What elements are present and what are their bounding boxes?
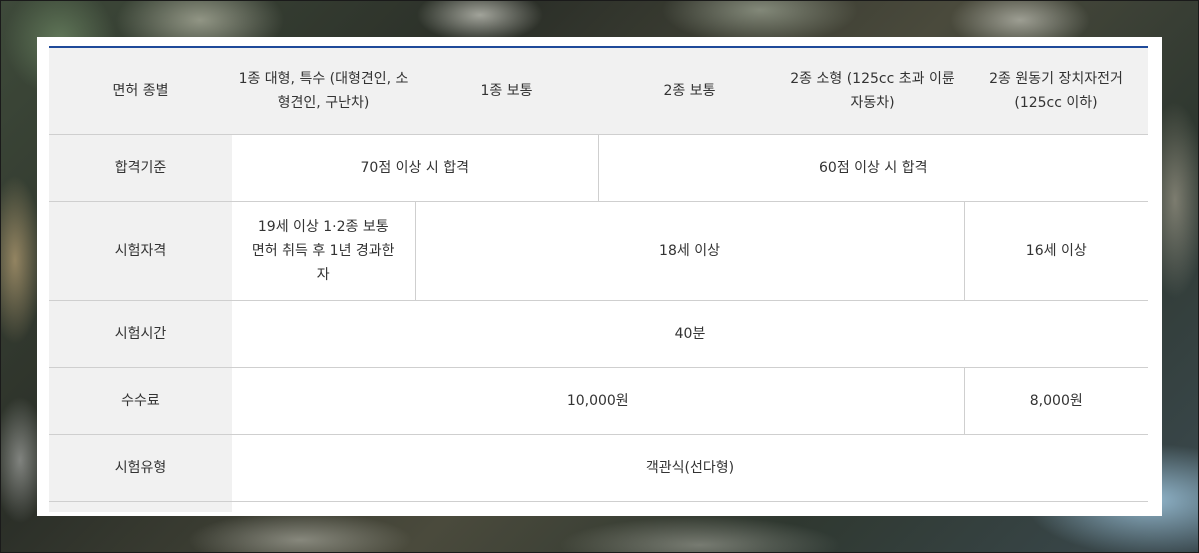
- table-row-partial: [49, 501, 1148, 513]
- table-row-pass-criteria: 합격기준 70점 이상 시 합격 60점 이상 시 합격: [49, 134, 1148, 202]
- row-label-eligibility: 시험자격: [49, 201, 232, 301]
- header-col-class2-normal: 2종 보통: [598, 48, 781, 135]
- row-label-pass-criteria: 합격기준: [49, 134, 232, 202]
- table-header-row: 면허 종별 1종 대형, 특수 (대형견인, 소형견인, 구난차) 1종 보통 …: [49, 48, 1148, 135]
- cell-pass-60: 60점 이상 시 합격: [597, 134, 1148, 202]
- cell-eligibility-18: 18세 이상: [414, 201, 964, 301]
- header-col-class1-normal: 1종 보통: [415, 48, 598, 135]
- header-col-class2-small: 2종 소형 (125cc 초과 이륜자동차): [781, 48, 964, 135]
- cell-eligibility-19: 19세 이상 1·2종 보통 면허 취득 후 1년 경과한 자: [232, 201, 415, 301]
- row-label-fee: 수수료: [49, 367, 232, 435]
- header-col-class1-large-special: 1종 대형, 특수 (대형견인, 소형견인, 구난차): [232, 48, 415, 135]
- license-exam-table: 면허 종별 1종 대형, 특수 (대형견인, 소형견인, 구난차) 1종 보통 …: [49, 48, 1148, 512]
- table-row-eligibility: 시험자격 19세 이상 1·2종 보통 면허 취득 후 1년 경과한 자 18세…: [49, 201, 1148, 301]
- cell-pass-70: 70점 이상 시 합격: [232, 134, 598, 202]
- table-row-exam-type: 시험유형 객관식(선다형): [49, 434, 1148, 502]
- row-label-partial: [49, 501, 232, 512]
- license-exam-table-wrapper: 면허 종별 1종 대형, 특수 (대형견인, 소형견인, 구난차) 1종 보통 …: [49, 46, 1148, 512]
- cell-partial: [232, 502, 1148, 513]
- table-row-duration: 시험시간 40분: [49, 300, 1148, 368]
- header-row-label: 면허 종별: [49, 48, 232, 135]
- content-panel: 면허 종별 1종 대형, 특수 (대형견인, 소형견인, 구난차) 1종 보통 …: [37, 37, 1162, 516]
- cell-exam-type: 객관식(선다형): [232, 434, 1148, 502]
- cell-eligibility-16: 16세 이상: [963, 201, 1148, 301]
- row-label-duration: 시험시간: [49, 300, 232, 368]
- cell-fee-10000: 10,000원: [232, 367, 964, 435]
- cell-fee-8000: 8,000원: [963, 367, 1148, 435]
- header-col-class2-motor-bicycle: 2종 원동기 장치자전거 (125cc 이하): [964, 48, 1148, 135]
- row-label-exam-type: 시험유형: [49, 434, 232, 502]
- table-row-fee: 수수료 10,000원 8,000원: [49, 367, 1148, 435]
- cell-duration: 40분: [232, 300, 1148, 368]
